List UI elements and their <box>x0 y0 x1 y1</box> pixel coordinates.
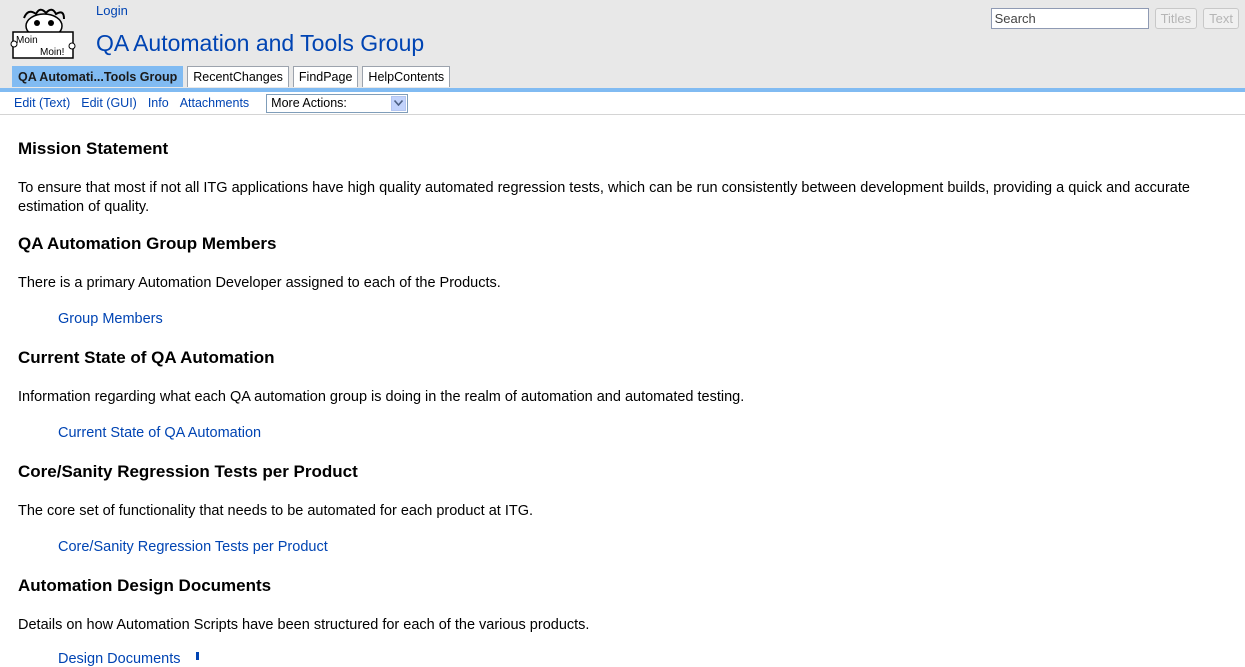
group-members-link[interactable]: Group Members <box>58 311 163 327</box>
heading-current-state: Current State of QA Automation <box>18 348 275 367</box>
search-form: Titles Text <box>990 8 1245 29</box>
heading-mission-statement: Mission Statement <box>18 139 169 158</box>
logo-text-top: Moin <box>16 35 38 46</box>
titles-search-button[interactable]: Titles <box>1154 8 1198 29</box>
text-search-button[interactable]: Text <box>1203 8 1239 29</box>
edit-gui-link[interactable]: Edit (GUI) <box>81 96 137 110</box>
search-input[interactable] <box>990 8 1149 29</box>
navigation-tabs: QA Automati...Tools Group RecentChanges … <box>12 66 454 87</box>
heading-design-documents: Automation Design Documents <box>18 576 272 595</box>
attachments-link[interactable]: Attachments <box>180 96 249 110</box>
text-caret <box>196 652 199 660</box>
core-sanity-tests-text: The core set of functionality that needs… <box>18 503 534 519</box>
moinmoin-logo-icon[interactable]: Moin Moin! <box>10 6 76 62</box>
core-sanity-tests-link[interactable]: Core/Sanity Regression Tests per Product <box>58 539 328 555</box>
tab-current-page[interactable]: QA Automati...Tools Group <box>12 66 184 87</box>
page-title[interactable]: QA Automation and Tools Group <box>96 30 424 57</box>
info-link[interactable]: Info <box>148 96 169 110</box>
more-actions-select[interactable]: More Actions: <box>266 93 409 113</box>
design-documents-text: Details on how Automation Scripts have b… <box>18 617 590 633</box>
page-header: Moin Moin! Login QA Automation and Tools… <box>0 0 1245 88</box>
heading-group-members: QA Automation Group Members <box>18 234 277 253</box>
chevron-down-icon[interactable] <box>391 95 407 111</box>
heading-core-sanity-tests: Core/Sanity Regression Tests per Product <box>18 462 358 481</box>
logo-text-bottom: Moin! <box>40 47 64 58</box>
mission-statement-text: To ensure that most if not all ITG appli… <box>18 180 1190 215</box>
group-members-text: There is a primary Automation Developer … <box>18 275 501 291</box>
more-actions-label: More Actions: <box>271 96 347 110</box>
tab-find-page[interactable]: FindPage <box>292 66 359 87</box>
tab-recent-changes[interactable]: RecentChanges <box>187 66 289 87</box>
current-state-text: Information regarding what each QA autom… <box>18 389 745 405</box>
current-state-link[interactable]: Current State of QA Automation <box>58 425 261 441</box>
design-documents-link[interactable]: Design Documents <box>58 651 181 667</box>
login-link[interactable]: Login <box>96 3 128 18</box>
edit-text-link[interactable]: Edit (Text) <box>14 96 70 110</box>
edit-bar: Edit (Text) Edit (GUI) Info Attachments … <box>0 92 1245 115</box>
tab-help-contents[interactable]: HelpContents <box>362 66 451 87</box>
